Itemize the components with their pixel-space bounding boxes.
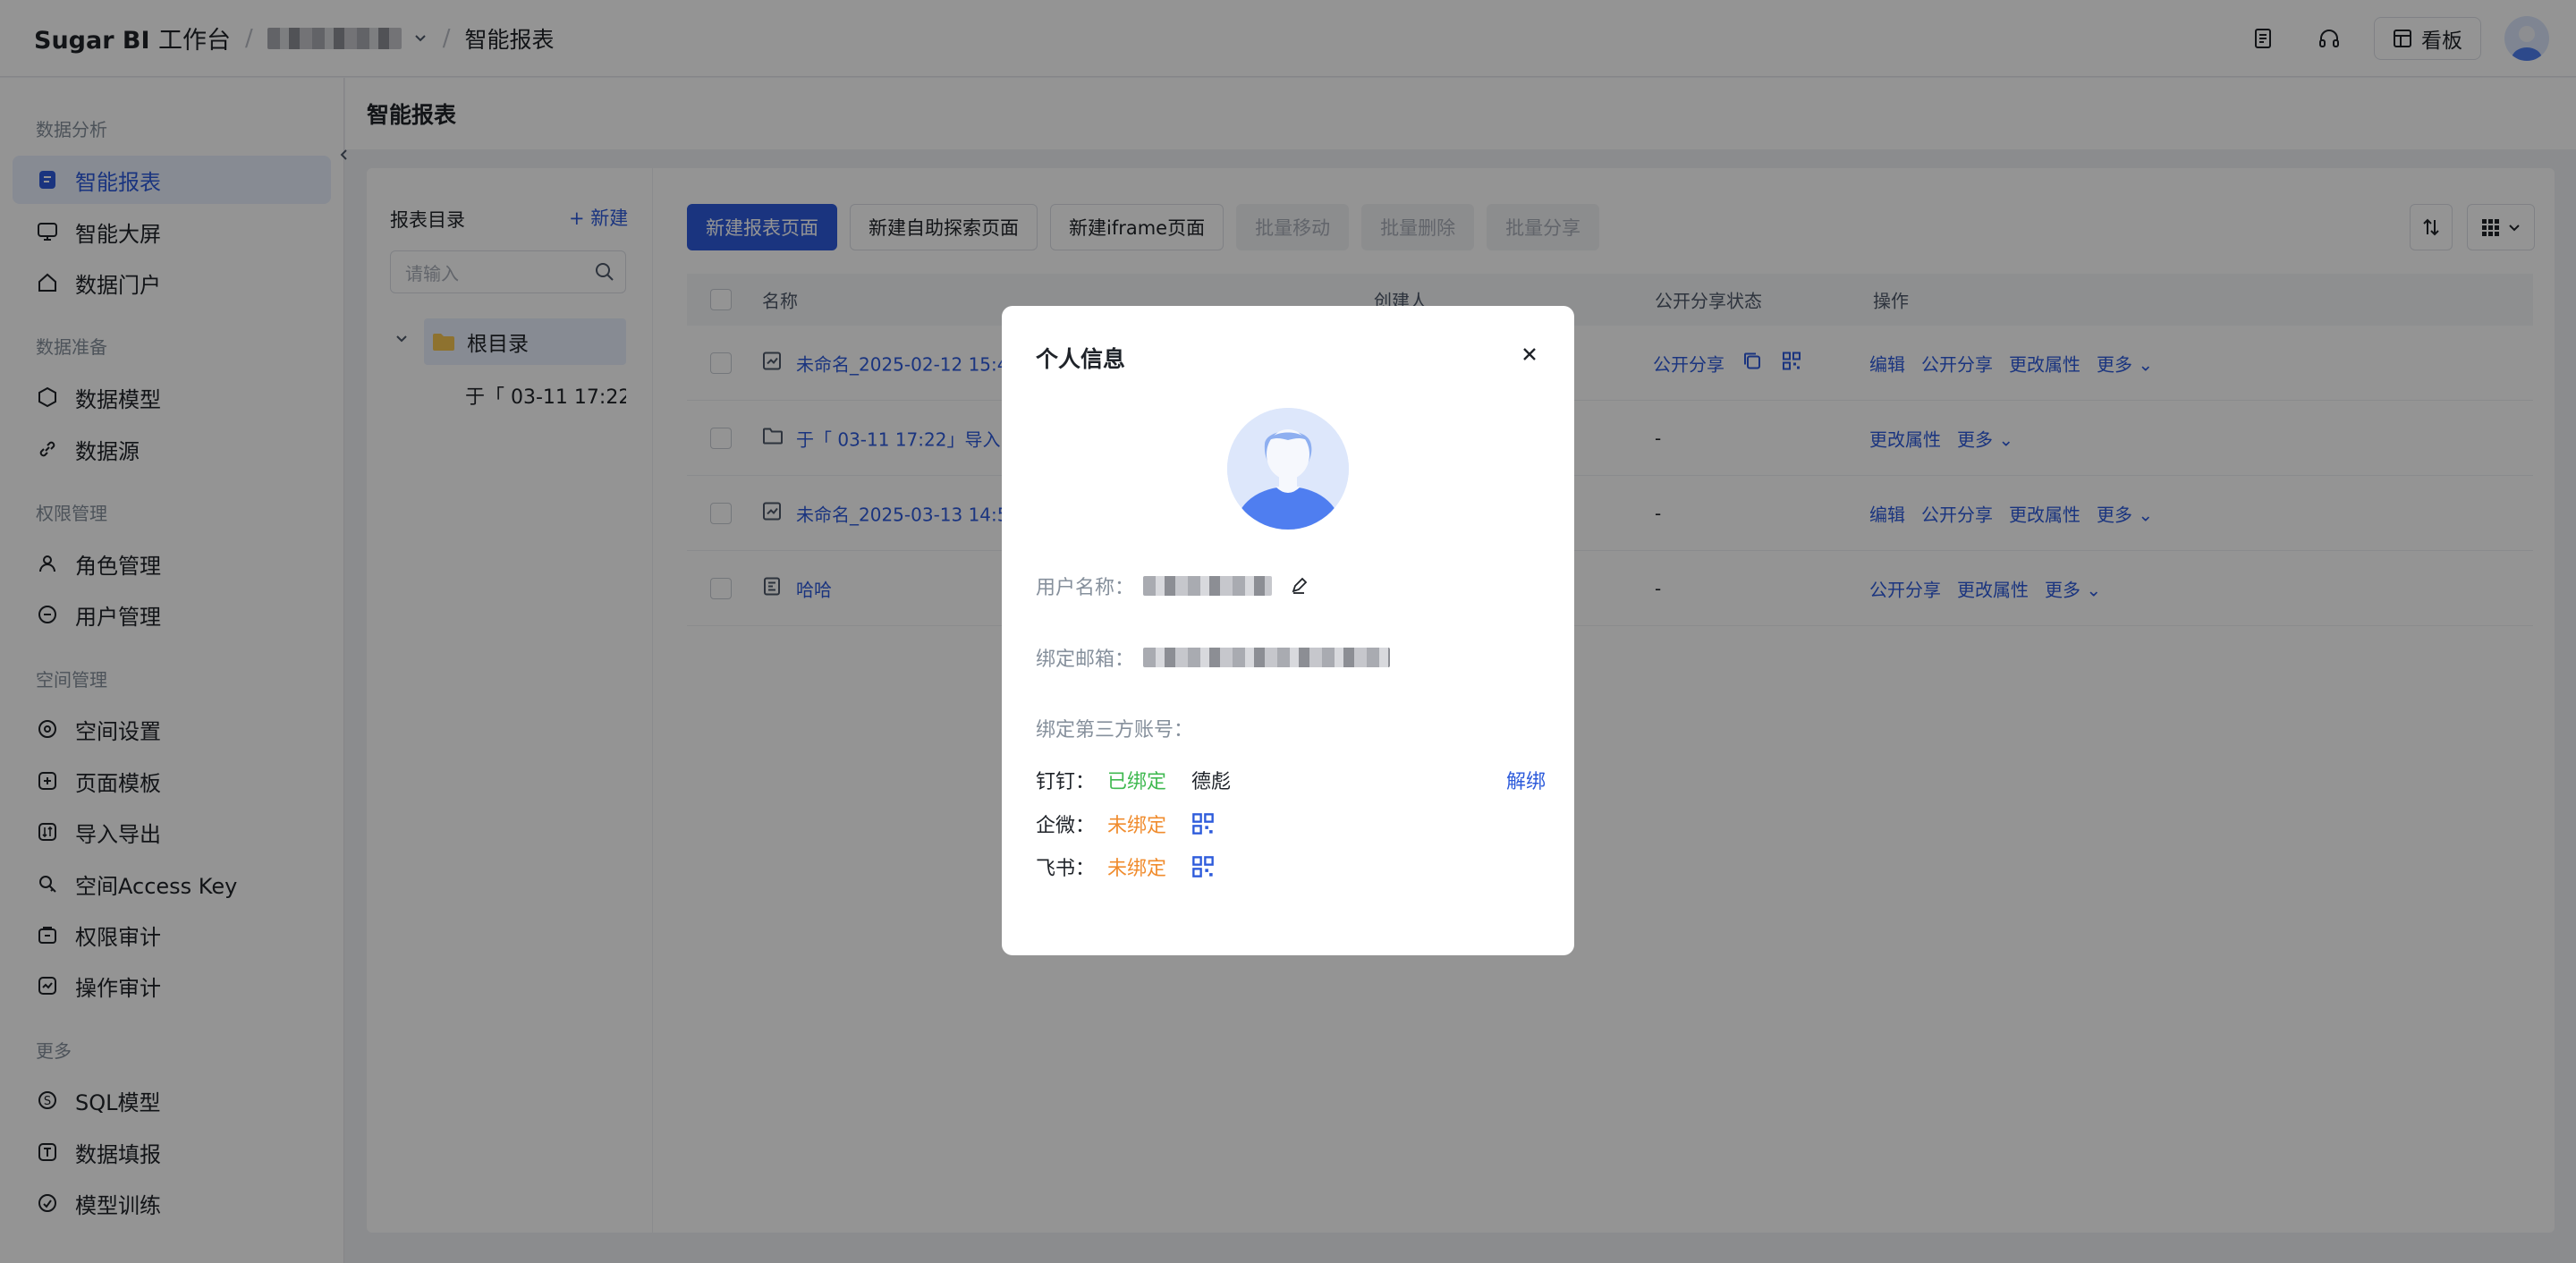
email-value-redacted [1143, 648, 1391, 667]
bind-status: 未绑定 [1107, 858, 1167, 880]
profile-avatar [1227, 408, 1349, 530]
platform-label: 企微： [1036, 815, 1096, 837]
dialog-title: 个人信息 [1036, 346, 1126, 372]
account-row-dingtalk: 钉钉： 已绑定 德彪 解绑 [1036, 766, 1546, 794]
email-label: 绑定邮箱： [1036, 648, 1135, 671]
third-party-label: 绑定第三方账号： [1036, 719, 1194, 742]
qrcode-icon[interactable] [1191, 855, 1215, 878]
close-icon[interactable] [1517, 342, 1542, 367]
username-label: 用户名称： [1036, 577, 1135, 599]
bound-account-name: 德彪 [1191, 771, 1232, 793]
account-row-wecom: 企微： 未绑定 [1036, 810, 1215, 838]
platform-label: 钉钉： [1036, 771, 1096, 793]
bind-status: 未绑定 [1107, 815, 1167, 837]
edit-icon[interactable] [1290, 577, 1308, 595]
personal-info-dialog: 个人信息 用户名称： 绑定邮箱： 绑定第三方账号： 钉钉： 已绑定 德彪 解绑 … [1002, 306, 1574, 955]
unbind-button[interactable]: 解绑 [1506, 766, 1546, 794]
account-row-feishu: 飞书： 未绑定 [1036, 852, 1215, 881]
username-row: 用户名称： [1036, 572, 1308, 600]
username-value-redacted [1143, 576, 1273, 596]
qrcode-icon[interactable] [1191, 812, 1215, 835]
platform-label: 飞书： [1036, 858, 1096, 880]
bind-status: 已绑定 [1107, 771, 1167, 793]
email-row: 绑定邮箱： [1036, 643, 1391, 672]
